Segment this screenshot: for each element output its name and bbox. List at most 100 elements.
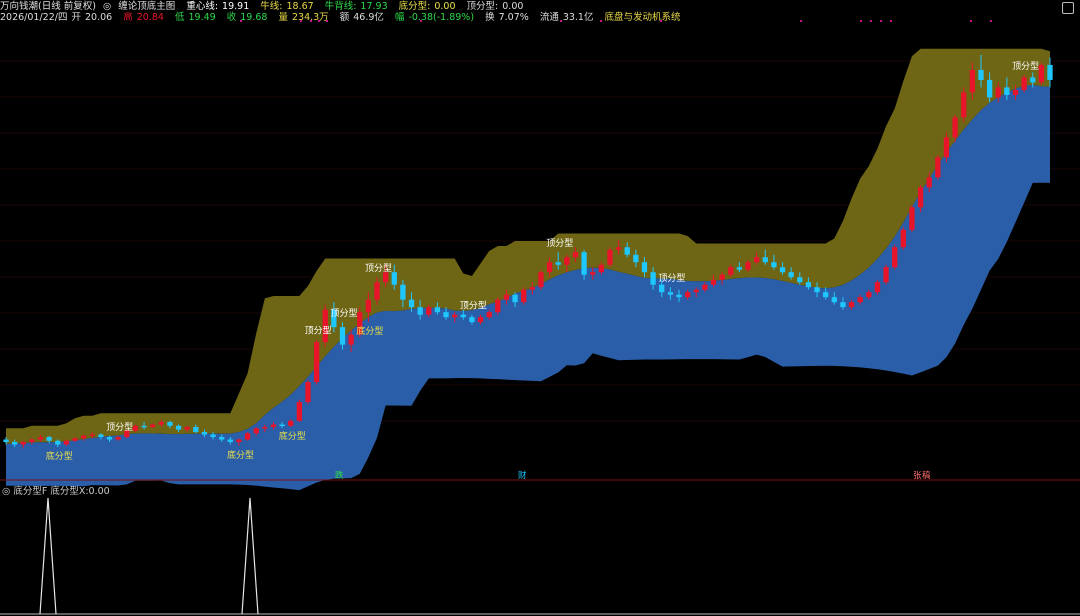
signal-dot	[800, 20, 802, 22]
candle-body	[598, 264, 604, 273]
candle-body	[106, 437, 113, 440]
candle-body	[72, 438, 78, 441]
candle-body	[339, 327, 346, 345]
candle-body	[797, 277, 803, 283]
candle-body	[961, 92, 967, 118]
candle-body	[29, 439, 35, 443]
signal-dot	[870, 20, 872, 22]
candle-body	[779, 267, 786, 273]
candle-body	[615, 247, 622, 250]
candle-body	[391, 272, 397, 285]
candle-body	[158, 422, 164, 425]
signal-dot	[990, 20, 992, 22]
candle-body	[848, 302, 855, 308]
candle-body	[633, 254, 639, 263]
sub-title[interactable]: 底分型F	[13, 486, 47, 497]
candle-body	[719, 274, 725, 280]
candle-body	[892, 247, 898, 268]
candle-body	[529, 287, 535, 290]
candle-body	[408, 299, 415, 308]
candle-body	[883, 267, 889, 283]
bottom-fractal-label: 底分型	[46, 450, 73, 462]
candle-body	[650, 272, 656, 285]
candle-body	[512, 294, 518, 303]
candle-body	[969, 69, 975, 93]
candle-body	[150, 424, 156, 428]
candle-body	[581, 252, 587, 275]
candle-body	[1012, 89, 1019, 95]
event-marker: 张	[913, 471, 922, 481]
candlestick-chart[interactable]: 顶分型顶分型顶分型顶分型顶分型顶分型顶分型顶分型底分型 底分型底分型底分型跌财张稿	[0, 0, 1080, 616]
signal-dot	[560, 20, 562, 22]
candle-body	[63, 440, 70, 445]
candle-body	[840, 302, 846, 308]
candle-body	[227, 439, 233, 443]
candle-body	[831, 297, 837, 303]
event-marker: 财	[518, 470, 527, 481]
candle-body	[659, 284, 665, 293]
candle-body	[270, 424, 277, 428]
candle-body	[219, 437, 225, 440]
candle-body	[978, 69, 984, 80]
candle-body	[434, 307, 441, 313]
candle-body	[1021, 77, 1027, 90]
candle-body	[210, 434, 216, 438]
candle-body	[296, 402, 303, 421]
candle-body	[46, 437, 52, 441]
candle-body	[917, 187, 924, 208]
event-marker: 跌	[335, 470, 344, 481]
candle-body	[1038, 64, 1045, 83]
candle-body	[20, 442, 26, 445]
candle-body	[279, 424, 285, 427]
candle-body	[452, 314, 458, 318]
signal-dot	[600, 20, 602, 22]
candle-body	[469, 317, 475, 323]
signal-dot	[310, 20, 312, 22]
candle-body	[477, 317, 484, 323]
candle-body	[236, 439, 242, 443]
candle-body	[943, 137, 950, 158]
candle-body	[710, 279, 717, 285]
candle-body	[572, 252, 579, 258]
bottom-fractal-label: 底分型	[279, 430, 306, 442]
candle-body	[374, 282, 380, 300]
candle-body	[521, 289, 527, 303]
sub-gear-icon[interactable]: ◎	[2, 486, 10, 497]
top-fractal-label: 顶分型	[1012, 61, 1039, 72]
bottom-fractal-label: 底分型	[356, 325, 383, 337]
candle-body	[607, 249, 613, 265]
candle-body	[874, 282, 881, 293]
candle-body	[753, 257, 760, 263]
candle-body	[184, 427, 190, 430]
event-marker: 稿	[922, 470, 931, 481]
candle-body	[365, 299, 372, 313]
candle-body	[900, 229, 906, 248]
candle-body	[443, 312, 449, 318]
signal-dot	[300, 20, 302, 22]
candle-body	[132, 425, 139, 431]
candle-body	[762, 257, 768, 263]
candle-body	[538, 272, 544, 288]
signal-dot	[970, 20, 972, 22]
candle-body	[909, 207, 915, 230]
candle-body	[702, 284, 708, 290]
candle-body	[788, 272, 794, 278]
sub-spike	[39, 497, 57, 615]
candle-body	[1047, 64, 1053, 80]
top-fractal-label: 顶分型	[460, 301, 487, 312]
candle-body	[857, 297, 863, 303]
top-fractal-label: 顶分型	[546, 238, 573, 249]
signal-dot	[660, 20, 662, 22]
candle-body	[693, 289, 699, 293]
sub-value-label: 底分型X:	[50, 486, 89, 497]
candle-body	[167, 422, 173, 426]
candle-body	[986, 79, 993, 98]
candle-body	[736, 267, 743, 270]
top-fractal-label: 顶分型	[365, 263, 392, 274]
candle-body	[745, 262, 751, 270]
candle-body	[952, 117, 958, 138]
candle-body	[667, 292, 674, 295]
candle-body	[460, 314, 466, 318]
candle-body	[417, 307, 423, 315]
candle-body	[546, 262, 553, 273]
